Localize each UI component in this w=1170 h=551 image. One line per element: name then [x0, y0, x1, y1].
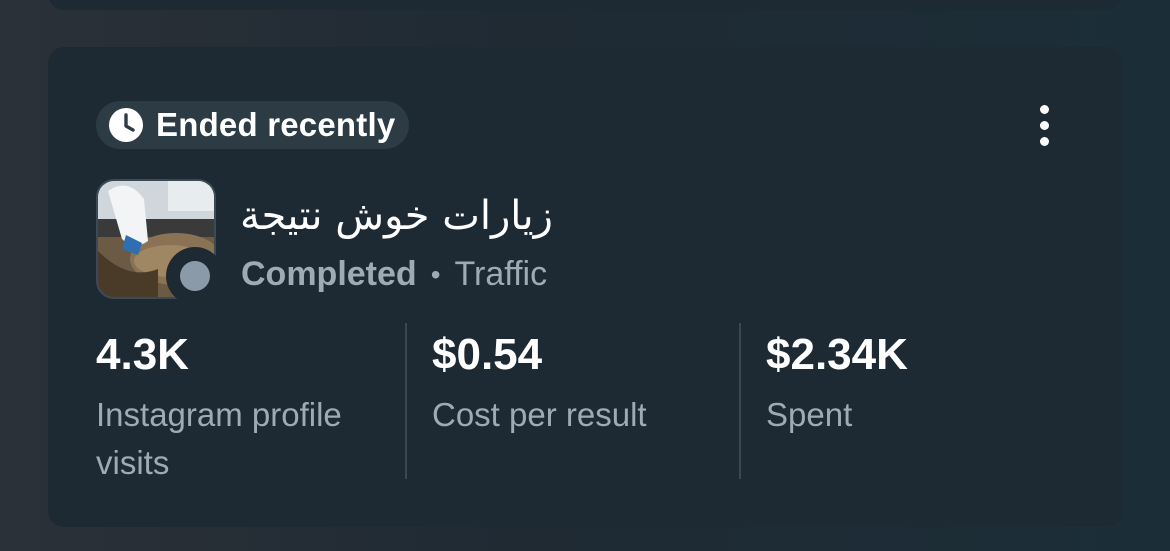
metric-label: Instagram profile visits — [96, 396, 342, 481]
metric-label: Cost per result — [432, 396, 647, 433]
campaign-meta: Completed • Traffic — [241, 255, 547, 294]
metric-value: $0.54 — [432, 330, 543, 379]
more-vertical-icon[interactable] — [1022, 99, 1066, 151]
metric-label: Spent — [766, 396, 853, 433]
campaign-objective: Traffic — [454, 255, 548, 293]
status-pill-label: Ended recently — [156, 106, 396, 143]
status-pill: Ended recently — [96, 101, 410, 149]
metric-cost-per-result: $0.54 Cost per result — [405, 323, 739, 479]
clock-icon — [108, 107, 144, 143]
metric-value: $2.34K — [766, 330, 908, 379]
status-indicator — [166, 247, 224, 305]
campaign-status: Completed — [241, 255, 417, 293]
campaign-name[interactable]: زيارات خوش نتيجة — [240, 193, 553, 239]
metric-value: 4.3K — [96, 330, 189, 379]
metric-spent: $2.34K Spent — [739, 323, 1069, 479]
previous-card[interactable] — [48, 0, 1122, 10]
metric-instagram-profile-visits: 4.3K Instagram profile visits — [96, 323, 405, 487]
metrics-row: 4.3K Instagram profile visits $0.54 Cost… — [96, 323, 1069, 487]
campaign-card[interactable]: Ended recently زيارات خوش نتيجة Complete… — [48, 47, 1122, 527]
meta-separator: • — [430, 258, 441, 290]
